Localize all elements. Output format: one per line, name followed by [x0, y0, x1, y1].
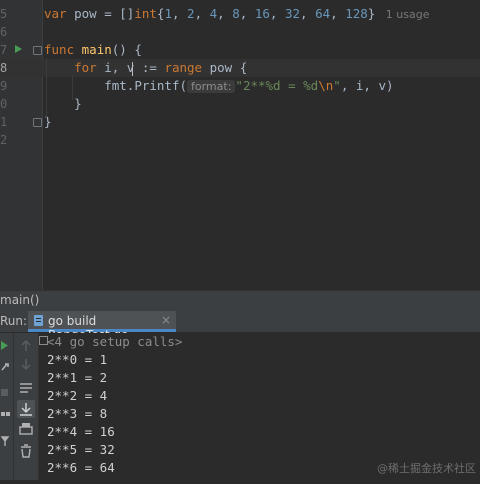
tab-run-configuration[interactable]: go build RangeTest.go ×: [28, 311, 176, 342]
code-text[interactable]: for i, v := range pow {: [44, 59, 247, 77]
text-caret: [132, 62, 133, 76]
stop-icon[interactable]: [1, 389, 8, 396]
wrench-icon[interactable]: [1, 363, 9, 371]
line-number: 5: [0, 7, 8, 21]
code-line[interactable]: 6: [0, 23, 480, 41]
line-number: 1: [0, 115, 8, 129]
setup-calls-fold[interactable]: <4 go setup calls>: [47, 333, 182, 351]
down-arrow-icon[interactable]: [21, 359, 31, 371]
run-main-icon[interactable]: [15, 45, 22, 53]
code-line[interactable]: 7 func main() {: [0, 41, 480, 59]
console-line: 2**5 = 32: [47, 442, 115, 457]
console-output[interactable]: <4 go setup calls> 2**0 = 1 2**1 = 2 2**2 =…: [39, 333, 480, 480]
close-icon[interactable]: ×: [161, 313, 171, 327]
run-side-toolbar: [0, 333, 14, 480]
line-number: 9: [0, 79, 8, 93]
trash-icon[interactable]: [21, 444, 31, 458]
code-text[interactable]: fmt.Printf(format: "2**%d = %d\n", i, v): [44, 77, 394, 96]
indent-guide: [46, 58, 47, 118]
run-label: Run:: [0, 314, 28, 328]
code-text[interactable]: var pow = []int{1, 2, 4, 8, 16, 32, 64, …: [44, 5, 429, 24]
line-number: 7: [0, 43, 8, 57]
soft-wrap-icon[interactable]: [20, 383, 32, 393]
line-number: 0: [0, 97, 8, 111]
fold-marker-icon[interactable]: [33, 46, 42, 55]
print-icon-top: [22, 423, 30, 427]
console-line: 2**0 = 1: [47, 352, 108, 367]
console-line: 2**1 = 2: [47, 370, 108, 385]
code-line[interactable]: 1}: [0, 113, 480, 131]
usage-hint[interactable]: 1 usage: [375, 8, 430, 21]
line-number: 8: [0, 61, 8, 75]
run-side-icons: [0, 341, 10, 446]
code-line[interactable]: 2: [0, 131, 480, 149]
console-line: 2**3 = 8: [47, 406, 108, 421]
code-line[interactable]: 5 var pow = []int{1, 2, 4, 8, 16, 32, 64,…: [0, 5, 480, 23]
breadcrumb[interactable]: main(): [0, 290, 480, 312]
go-file-icon: [34, 315, 43, 326]
console-line: 2**2 = 4: [47, 388, 108, 403]
run-toolbar-icons: [17, 339, 35, 458]
rerun-icon[interactable]: [1, 341, 8, 350]
layout-icon[interactable]: [1, 412, 5, 416]
run-panel-header: Run: go build RangeTest.go ×: [0, 311, 480, 342]
code-text[interactable]: func main() {: [44, 41, 142, 59]
code-editor[interactable]: 5 var pow = []int{1, 2, 4, 8, 16, 32, 64,…: [0, 0, 480, 290]
fold-end-icon[interactable]: [33, 118, 42, 127]
watermark: @稀土掘金技术社区: [377, 462, 476, 475]
breadcrumb-item-main[interactable]: main(): [0, 293, 39, 307]
line-number: 2: [0, 133, 8, 147]
up-arrow-icon[interactable]: [21, 339, 31, 351]
code-text[interactable]: }: [44, 95, 82, 113]
console-line: 2**4 = 16: [47, 424, 115, 439]
print-icon[interactable]: [19, 426, 33, 435]
line-number: 6: [0, 25, 8, 39]
pin-icon[interactable]: [0, 436, 10, 446]
console-line: 2**6 = 64: [47, 460, 115, 475]
layout-icon-part: [6, 412, 10, 416]
parameter-hint: format:: [187, 80, 236, 93]
indent-guide: [72, 76, 73, 100]
code-line[interactable]: 8 for i, v := range pow {: [0, 59, 480, 77]
run-toolbar: [14, 333, 39, 480]
